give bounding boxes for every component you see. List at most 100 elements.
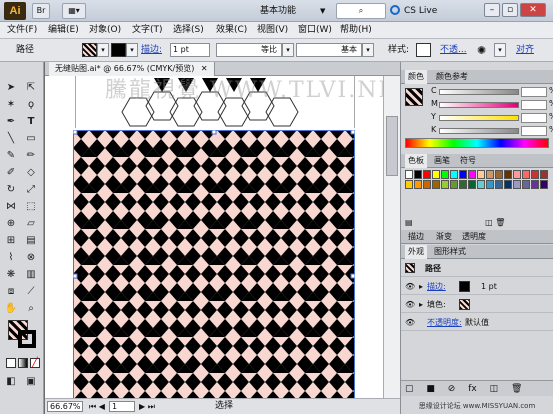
artboard-tool-icon[interactable]: ⧈ [2,284,20,300]
clear-appearance-icon[interactable]: ⊘ [448,384,456,394]
c-slider[interactable] [439,89,519,95]
close-tab-icon[interactable]: ✕ [201,64,208,73]
swatch[interactable] [441,180,449,189]
search-input[interactable]: ⌕ [336,3,386,19]
new-swatch-icon[interactable]: ◫ [485,218,493,227]
menu-window[interactable]: 窗口(W) [293,22,337,39]
y-input[interactable] [521,113,547,123]
perspective-grid-icon[interactable]: ▱ [22,216,40,232]
artboard-nav-last[interactable]: ▶ ⏭ [139,401,155,412]
menu-type[interactable]: 文字(T) [127,22,168,39]
stroke-label[interactable]: 描边: [141,39,162,62]
eraser-icon[interactable]: ◇ [22,165,40,181]
page-field[interactable]: 1 [109,401,135,412]
artboard-nav-first[interactable]: ⏮ ◀ [89,401,105,412]
appearance-fill-row[interactable]: 👁 ▸ 填色: [401,296,553,313]
profile-dropdown[interactable]: ▾ [282,43,294,57]
swatch[interactable] [459,170,467,179]
type-tool-icon[interactable]: T [22,114,40,130]
chevron-down-icon[interactable]: ▼ [320,3,325,19]
line-tool-icon[interactable]: ╲ [2,131,20,147]
menu-object[interactable]: 对象(O) [84,22,126,39]
k-slider[interactable] [439,128,519,134]
stroke-dropdown[interactable]: ▾ [126,43,138,57]
zoom-tool-icon[interactable]: ⌕ [22,301,40,317]
graphic-style-swatch[interactable] [416,43,431,57]
expand-arrow-icon[interactable]: ▸ [419,296,423,313]
draw-normal-icon[interactable]: ◧ [2,374,20,390]
recolor-icon[interactable]: ✺ [477,39,486,62]
swatch[interactable] [450,170,458,179]
swatch[interactable] [531,180,539,189]
scale-tool-icon[interactable]: ⤢ [22,182,40,198]
swatch[interactable] [432,180,440,189]
symbol-sprayer-icon[interactable]: ❋ [2,267,20,283]
swatch[interactable] [423,180,431,189]
fx-icon[interactable]: fx [468,384,477,394]
stroke-weight-combo[interactable]: 1 pt [170,43,210,57]
swatch[interactable] [486,170,494,179]
swatch[interactable] [468,180,476,189]
eye-icon[interactable]: 👁 [405,278,415,295]
width-tool-icon[interactable]: ⋈ [2,199,20,215]
swatch[interactable] [522,180,530,189]
swatch[interactable] [531,170,539,179]
swatch[interactable] [513,180,521,189]
stroke-color-swatch[interactable] [459,281,470,292]
pattern-artwork[interactable] [73,130,355,398]
fill-dropdown[interactable]: ▾ [97,43,109,57]
swatch[interactable] [504,170,512,179]
swatch[interactable] [405,180,413,189]
menu-effect[interactable]: 效果(C) [211,22,252,39]
rotate-tool-icon[interactable]: ↻ [2,182,20,198]
cslive-button[interactable]: CS Live [404,3,464,19]
menu-select[interactable]: 选择(S) [168,22,209,39]
bridge-button[interactable]: Br [32,3,50,19]
gradient-tool-icon[interactable]: ▤ [22,233,40,249]
pencil-icon[interactable]: ✏ [22,148,40,164]
menu-view[interactable]: 视图(V) [252,22,293,39]
eyedropper-icon[interactable]: ⌇ [2,250,20,266]
mesh-tool-icon[interactable]: ⊞ [2,233,20,249]
maximize-button[interactable]: ▫ [502,3,518,17]
document-tab[interactable]: 无缝贴图.ai* @ 66.67% (CMYK/预览) ✕ [49,62,215,76]
menu-help[interactable]: 帮助(H) [335,22,377,39]
swatch[interactable] [504,180,512,189]
m-input[interactable] [521,100,547,110]
appearance-opacity-label[interactable]: 不透明度: [427,314,462,331]
close-button[interactable]: ✕ [520,3,546,17]
free-transform-icon[interactable]: ⬚ [22,199,40,215]
appearance-stroke-row[interactable]: 👁 ▸ 描边: 1 pt [401,278,553,295]
workspace-switcher[interactable]: 基本功能 [260,3,322,19]
swatch[interactable] [540,170,548,179]
tab-appearance[interactable]: 外观 [405,245,427,259]
slice-tool-icon[interactable]: ⟋ [22,284,40,300]
tab-stroke[interactable]: 描边 [405,230,427,244]
pen-tool-icon[interactable]: ✒ [2,114,20,130]
k-input[interactable] [521,126,547,136]
delete-swatch-icon[interactable]: 🗑 [495,218,505,227]
stroke-swatch[interactable] [111,43,126,57]
paintbrush-icon[interactable]: ✎ [2,148,20,164]
tab-brushes[interactable]: 画笔 [431,154,453,168]
swatch[interactable] [477,180,485,189]
appearance-stroke-label[interactable]: 描边: [427,278,446,295]
c-input[interactable] [521,87,547,97]
swatch[interactable] [495,170,503,179]
blob-brush-icon[interactable]: ✐ [2,165,20,181]
color-spectrum[interactable] [405,138,549,148]
swatch[interactable] [477,170,485,179]
swatch[interactable] [414,180,422,189]
menu-file[interactable]: 文件(F) [2,22,42,39]
column-graph-icon[interactable]: ▥ [22,267,40,283]
fill-color-swatch[interactable] [459,299,470,310]
tab-gradient[interactable]: 渐变 [433,230,455,244]
canvas[interactable]: 騰龍視覺 WWW.TLVI.NET [45,76,400,398]
magic-wand-icon[interactable]: ✶ [2,97,20,113]
delete-item-icon[interactable]: 🗑 [511,384,522,394]
align-link[interactable]: 对齐 [516,39,534,62]
eye-icon[interactable]: 👁 [405,296,415,313]
swatch[interactable] [450,180,458,189]
arrange-documents-button[interactable]: ▦▾ [62,3,86,19]
menu-edit[interactable]: 编辑(E) [43,22,84,39]
